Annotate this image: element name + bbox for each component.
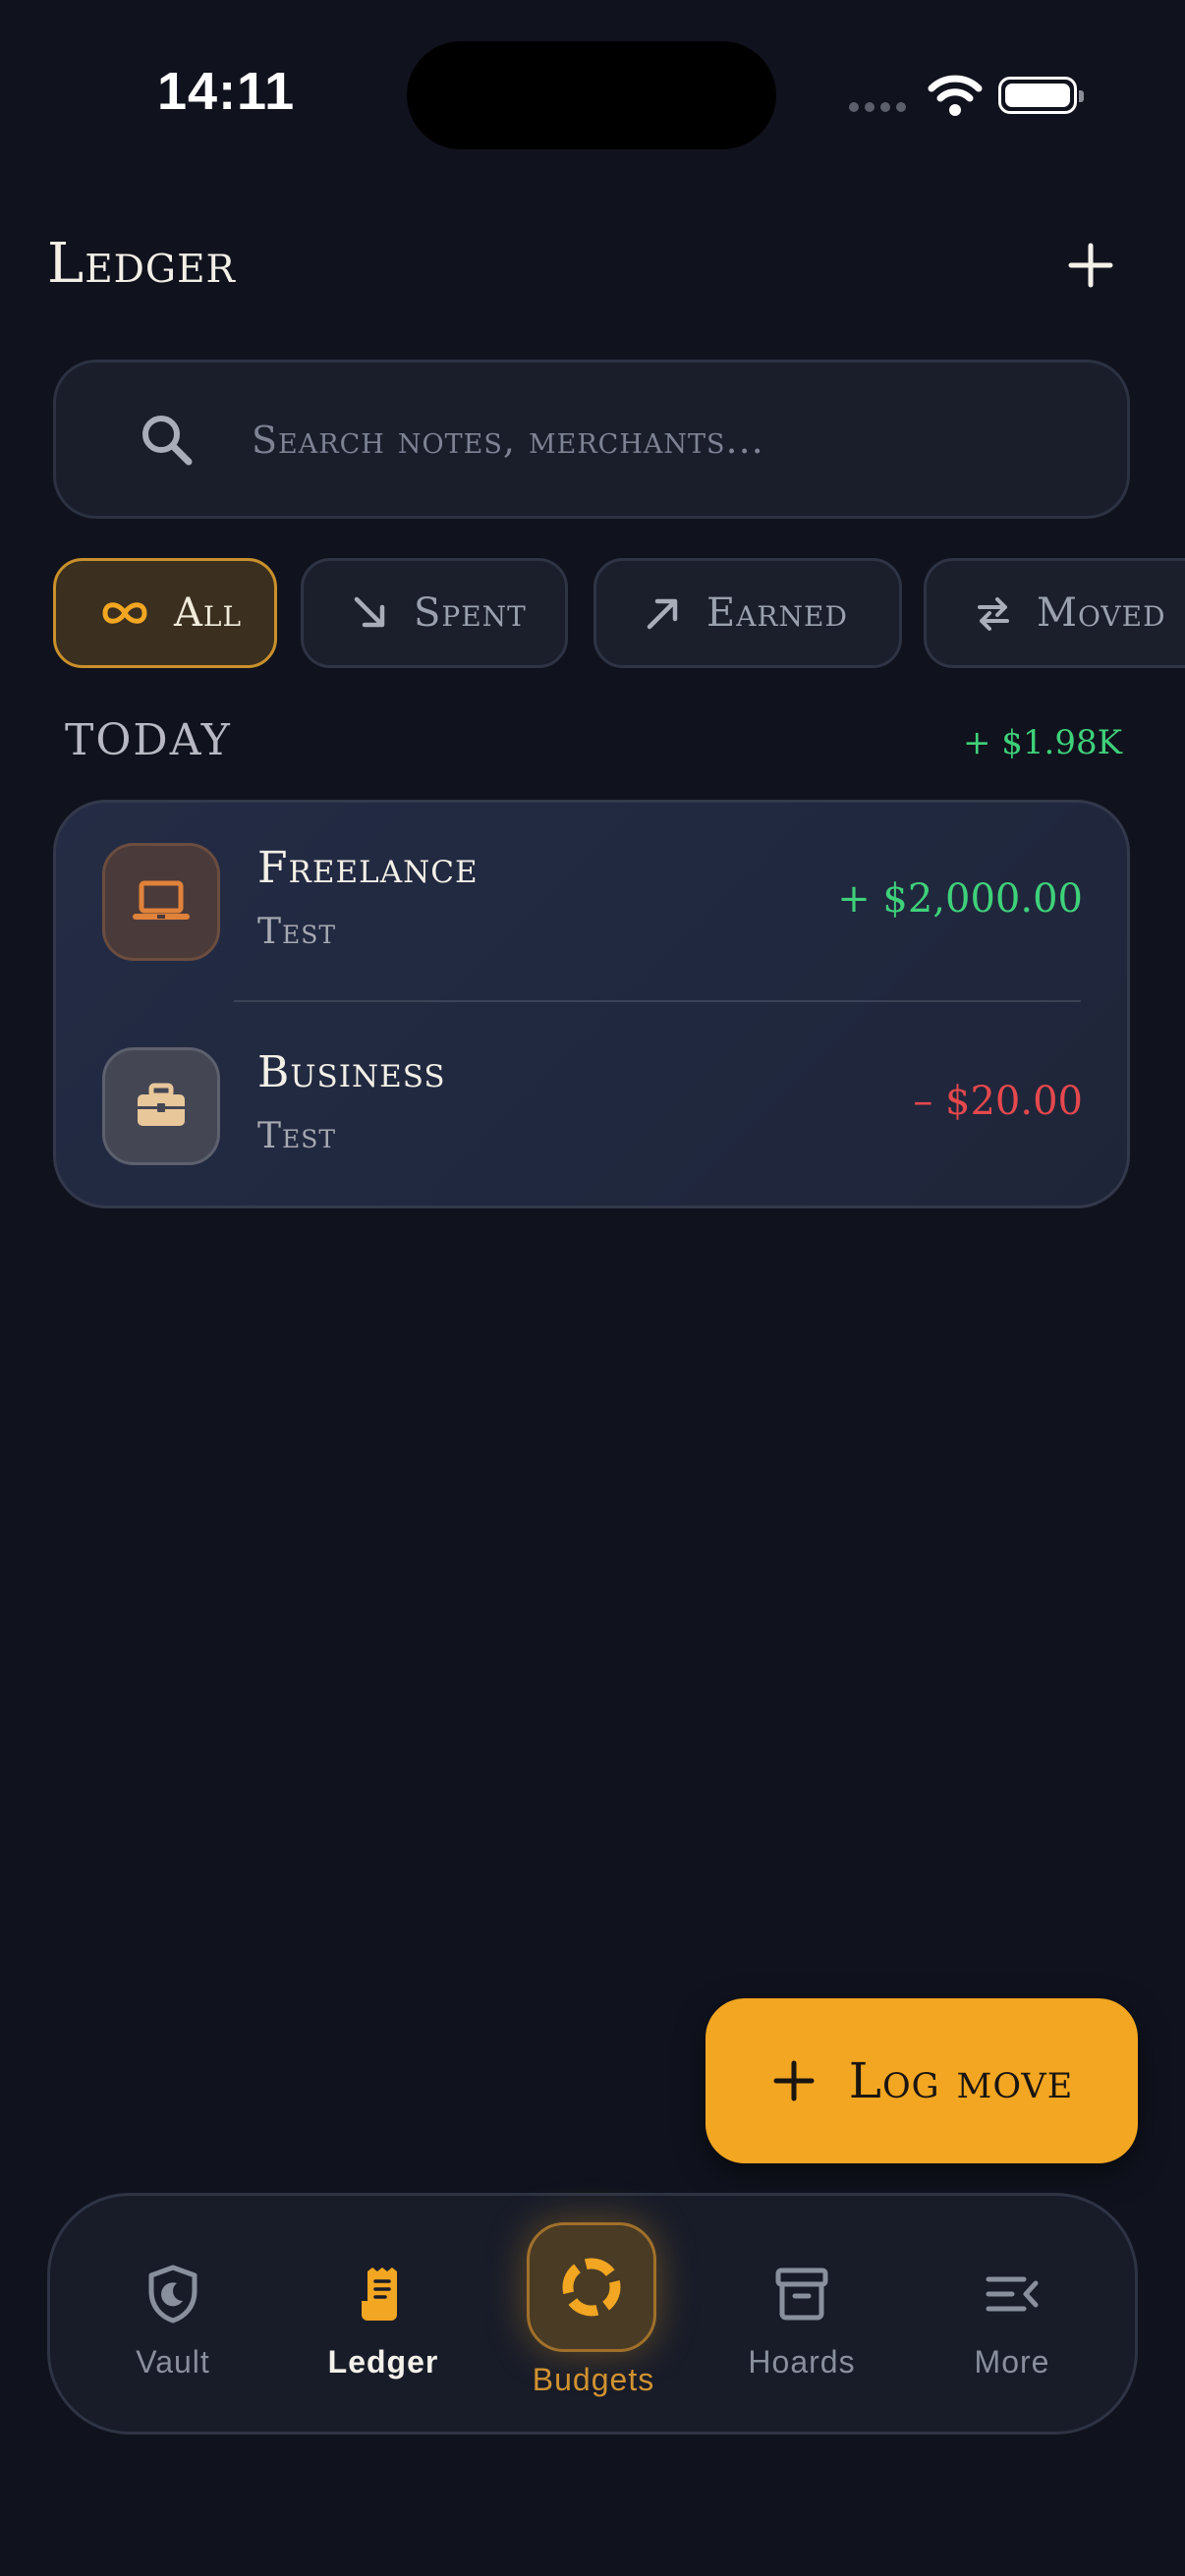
add-button[interactable] xyxy=(1061,236,1120,295)
filter-chip-label: Spent xyxy=(414,590,527,636)
plus-icon xyxy=(773,2060,815,2101)
cellular-signal-icon xyxy=(849,102,906,112)
status-time: 14:11 xyxy=(157,62,296,121)
briefcase-icon xyxy=(102,1047,220,1165)
page-title: Ledger xyxy=(47,232,236,296)
filter-chip-earned[interactable]: Earned xyxy=(593,558,902,668)
transaction-title[interactable]: Business xyxy=(257,1047,446,1097)
filter-chip-label: All xyxy=(174,590,243,636)
arrow-up-right-icon xyxy=(644,593,683,633)
plus-icon xyxy=(1068,243,1113,288)
archive-box-icon xyxy=(704,2260,900,2328)
infinity-icon xyxy=(99,598,150,628)
nav-item-budgets[interactable] xyxy=(527,2222,656,2352)
transaction-title[interactable]: Freelance xyxy=(257,843,479,893)
battery-icon xyxy=(998,77,1084,114)
transaction-subtitle: Test xyxy=(257,1116,337,1156)
nav-item-hoards[interactable]: Hoards xyxy=(704,2260,900,2380)
nav-label: Hoards xyxy=(748,2344,856,2380)
filter-chip-all[interactable]: All xyxy=(53,558,277,668)
transaction-amount: + $2,000.00 xyxy=(837,876,1083,922)
shield-moon-icon xyxy=(75,2260,271,2328)
search-placeholder: Search notes, merchants... xyxy=(252,419,764,462)
nav-item-vault[interactable]: Vault xyxy=(75,2260,271,2380)
nav-label: Ledger xyxy=(327,2344,439,2380)
wifi-icon xyxy=(928,75,983,120)
log-move-label: Log move xyxy=(848,2052,1074,2109)
laptop-icon xyxy=(102,843,220,961)
row-divider xyxy=(234,1000,1081,1002)
log-move-button[interactable]: Log move xyxy=(705,1998,1138,2163)
nav-label-budgets: Budgets xyxy=(532,2362,655,2397)
ring-chart-icon xyxy=(562,2258,621,2317)
nav-item-ledger[interactable]: Ledger xyxy=(285,2260,481,2380)
nav-label: Vault xyxy=(136,2344,210,2380)
filter-chip-label: Earned xyxy=(706,590,848,636)
filter-chip-spent[interactable]: Spent xyxy=(301,558,568,668)
arrow-down-right-icon xyxy=(351,593,390,633)
transaction-amount: – $20.00 xyxy=(913,1079,1083,1124)
nav-item-more[interactable]: More xyxy=(914,2260,1110,2380)
filter-chip-label: Moved xyxy=(1037,590,1166,636)
menu-collapse-icon xyxy=(914,2260,1110,2328)
section-total: + $1.98K xyxy=(962,723,1122,762)
filter-chip-moved[interactable]: Moved xyxy=(924,558,1185,668)
receipt-icon xyxy=(285,2260,481,2328)
dynamic-island xyxy=(407,41,776,149)
section-label: TODAY xyxy=(65,715,232,765)
transaction-subtitle: Test xyxy=(257,912,337,952)
swap-arrows-icon xyxy=(974,593,1013,633)
search-icon xyxy=(138,411,197,474)
nav-label: More xyxy=(974,2344,1050,2380)
